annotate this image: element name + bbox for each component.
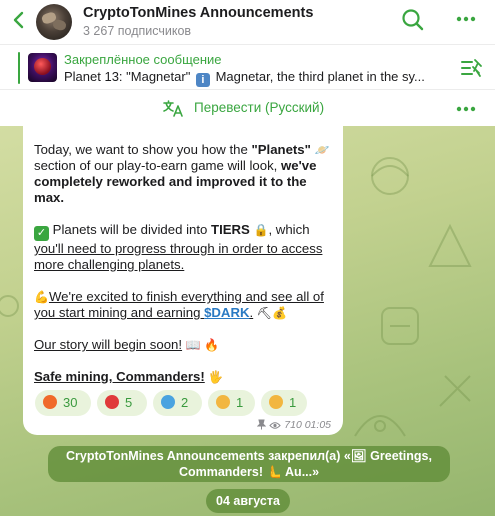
fire-reaction-icon	[43, 395, 57, 409]
whale-reaction-icon	[161, 395, 175, 409]
channel-avatar[interactable]	[36, 4, 72, 40]
ok-hand-reaction-icon	[269, 395, 283, 409]
more-dots-icon[interactable]	[455, 8, 477, 30]
reaction-ok-hand[interactable]: 1	[261, 390, 307, 416]
dark-token-link[interactable]: $DARK	[204, 305, 249, 320]
pickaxe-emoji: ⛏	[256, 306, 273, 320]
pin-icon	[257, 419, 267, 430]
pinned-list-icon[interactable]	[459, 57, 483, 79]
view-count: 710	[284, 419, 302, 431]
channel-title[interactable]: CryptoTonMines Announcements	[83, 5, 313, 21]
doodle-decoration	[0, 295, 19, 317]
doodle-decoration	[428, 223, 472, 267]
lock-emoji: 🔒	[253, 223, 269, 237]
message-time: 01:05	[304, 419, 331, 431]
thumbs-up-reaction-icon	[216, 395, 230, 409]
views-eye-icon	[269, 422, 282, 429]
search-icon[interactable]	[400, 7, 426, 33]
fire-emoji: 🔥	[204, 338, 220, 352]
heart-reaction-icon	[105, 395, 119, 409]
wave-emoji: 🖐	[208, 370, 224, 384]
doodle-decoration	[381, 307, 419, 345]
check-emoji-icon: ✓	[34, 226, 49, 241]
info-icon: i	[195, 73, 210, 87]
saturn-emoji: 🪐	[314, 143, 330, 157]
translate-button[interactable]: Перевести (Русский)	[194, 100, 324, 115]
reaction-thumbs-up[interactable]: 1	[208, 390, 255, 416]
reaction-whale[interactable]: 2	[153, 390, 202, 416]
message-text: Today, we want to show you how the "Plan…	[34, 142, 330, 384]
translate-more-icon[interactable]	[455, 98, 477, 120]
pinned-thumbnail	[28, 53, 57, 82]
pinned-message-bar[interactable]: Закреплённое сообщение Planet 13: "Magne…	[0, 44, 495, 90]
chevron-left-icon[interactable]	[8, 9, 30, 31]
subscriber-count: 3 267 подписчиков	[83, 24, 192, 38]
book-emoji: 📖	[185, 338, 201, 352]
message-meta: 710 01:05	[257, 419, 331, 431]
translate-icon[interactable]	[162, 98, 184, 118]
money-bag-emoji: 💰	[272, 306, 288, 320]
chat-area[interactable]: Today, we want to show you how the "Plan…	[0, 126, 495, 516]
reactions-row: 30 5 2 1 1	[35, 390, 335, 416]
pinned-preview-text: Planet 13: "Magnetar" i Magnetar, the th…	[64, 69, 425, 87]
doodle-decoration	[371, 157, 409, 195]
pin-service-message[interactable]: CryptoTonMines Announcements закрепил(а)…	[48, 446, 450, 482]
reaction-heart[interactable]: 5	[97, 390, 147, 416]
translate-bar: Перевести (Русский)	[0, 90, 495, 126]
doodle-decoration	[354, 415, 406, 437]
chat-header: CryptoTonMines Announcements 3 267 подпи…	[0, 0, 495, 44]
reaction-fire[interactable]: 30	[35, 390, 91, 416]
muscle-emoji: 💪	[34, 290, 49, 304]
doodle-decoration	[439, 375, 471, 407]
channel-message-bubble[interactable]: Today, we want to show you how the "Plan…	[23, 126, 343, 435]
date-separator: 04 августа	[206, 489, 290, 513]
pinned-indicator	[18, 52, 20, 84]
pinned-label: Закреплённое сообщение	[64, 52, 222, 67]
